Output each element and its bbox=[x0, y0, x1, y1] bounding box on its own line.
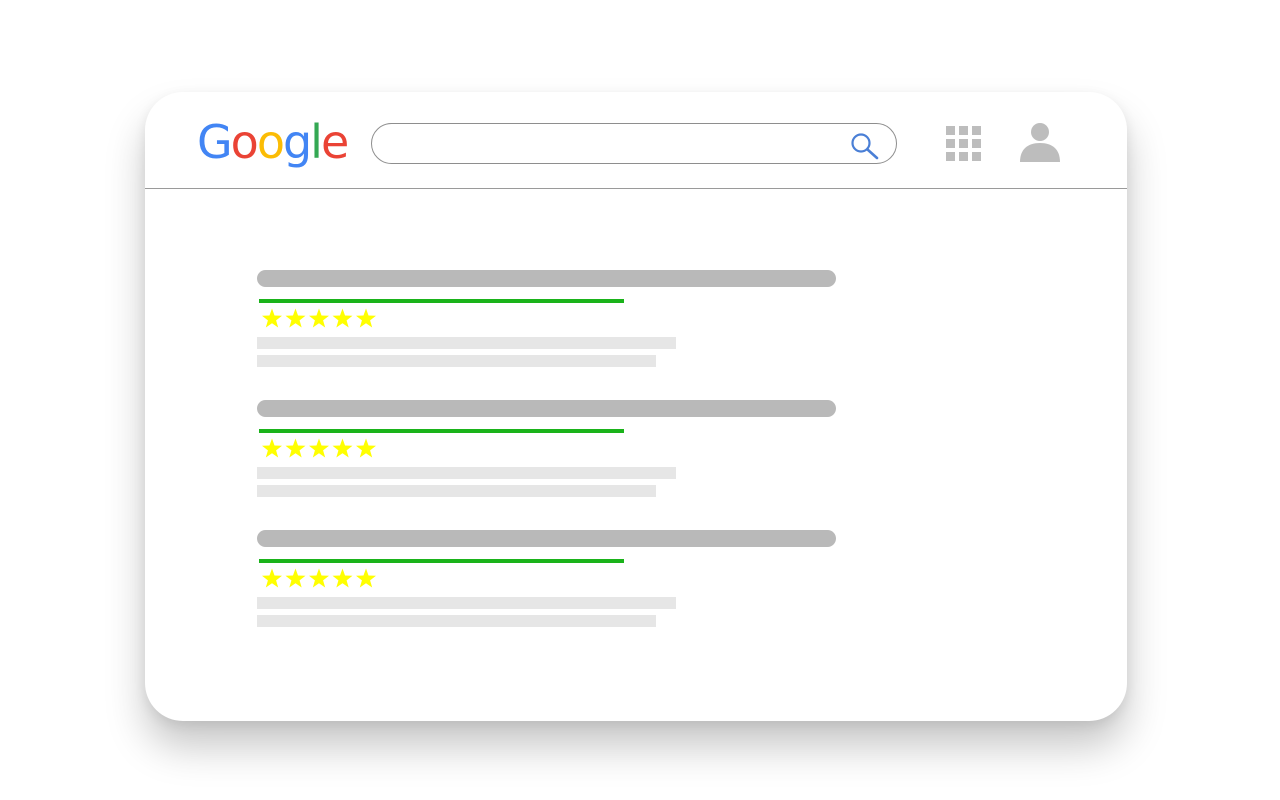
user-avatar-icon[interactable] bbox=[1019, 122, 1061, 162]
star-icon bbox=[309, 308, 329, 328]
result-snippet-placeholder bbox=[257, 355, 656, 367]
star-icon bbox=[332, 568, 353, 588]
star-icon bbox=[356, 308, 376, 328]
result-url-placeholder bbox=[259, 559, 624, 563]
result-snippet-placeholder bbox=[257, 615, 656, 627]
logo-letter: o bbox=[256, 115, 285, 169]
star-rating bbox=[262, 568, 376, 588]
star-icon bbox=[285, 308, 306, 328]
logo-letter: G bbox=[197, 115, 233, 169]
result-url-placeholder bbox=[259, 429, 624, 433]
result-snippet-placeholder bbox=[257, 597, 676, 609]
star-icon bbox=[356, 568, 376, 588]
result-url-placeholder bbox=[259, 299, 624, 303]
logo-letter: l bbox=[310, 115, 323, 169]
star-icon bbox=[309, 438, 329, 458]
search-icon[interactable] bbox=[850, 132, 880, 160]
star-icon bbox=[285, 438, 306, 458]
search-results bbox=[257, 270, 857, 660]
logo-letter: e bbox=[320, 115, 349, 169]
result-title-placeholder[interactable] bbox=[257, 400, 836, 417]
star-icon bbox=[262, 568, 282, 588]
result-snippet-placeholder bbox=[257, 337, 676, 349]
logo-letter: g bbox=[282, 115, 312, 169]
google-logo[interactable]: Google bbox=[197, 114, 349, 170]
search-result[interactable] bbox=[257, 400, 857, 530]
logo-letter: o bbox=[230, 115, 259, 169]
star-icon bbox=[262, 308, 282, 328]
result-snippet-placeholder bbox=[257, 485, 656, 497]
star-icon bbox=[285, 568, 306, 588]
star-icon bbox=[309, 568, 329, 588]
result-snippet-placeholder bbox=[257, 467, 676, 479]
result-title-placeholder[interactable] bbox=[257, 270, 836, 287]
search-header: Google bbox=[145, 92, 1127, 189]
star-icon bbox=[332, 308, 353, 328]
star-rating bbox=[262, 438, 376, 458]
search-result[interactable] bbox=[257, 530, 857, 660]
star-icon bbox=[356, 438, 376, 458]
star-rating bbox=[262, 308, 376, 328]
star-icon bbox=[262, 438, 282, 458]
star-icon bbox=[332, 438, 353, 458]
search-input[interactable] bbox=[390, 130, 834, 158]
apps-grid-icon[interactable] bbox=[946, 126, 982, 162]
result-title-placeholder[interactable] bbox=[257, 530, 836, 547]
browser-window: Google bbox=[145, 92, 1127, 721]
search-result[interactable] bbox=[257, 270, 857, 400]
search-bar[interactable] bbox=[371, 123, 897, 164]
